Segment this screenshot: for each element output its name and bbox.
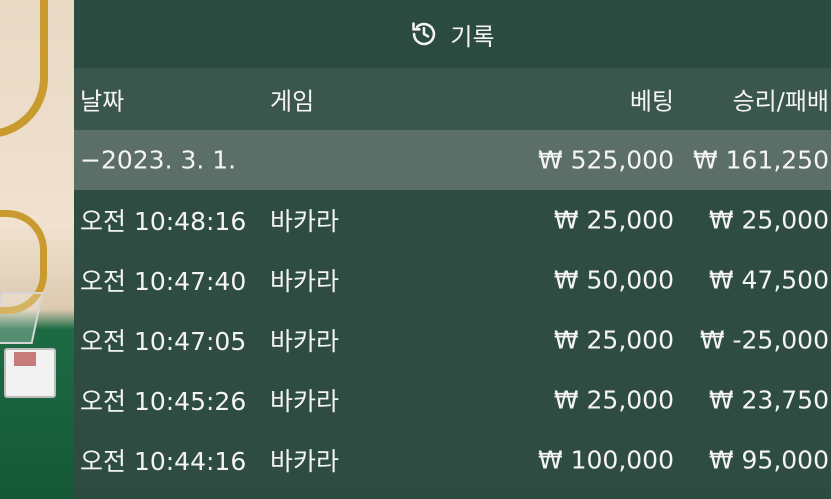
row-result: ₩ 25,000 (708, 205, 829, 235)
history-panel: 기록 날짜 게임 베팅 승리/패배 −2023. 3. 1. ₩ 525,000… (74, 0, 831, 499)
history-row[interactable]: 오전 10:45:26 바카라 ₩ 25,000 ₩ 23,750 (74, 370, 831, 430)
column-date: 날짜 (80, 87, 125, 116)
playing-card (14, 352, 36, 366)
page-title: 기록 (450, 22, 495, 51)
history-header: 기록 (74, 0, 831, 68)
row-time: 오전 10:48:16 (80, 207, 247, 236)
row-game: 바카라 (270, 267, 340, 296)
row-bet: ₩ 100,000 (537, 445, 674, 475)
row-time: 오전 10:44:16 (80, 447, 247, 476)
row-game: 바카라 (270, 387, 340, 416)
row-game: 바카라 (270, 447, 340, 476)
row-result: ₩ 95,000 (708, 445, 829, 475)
column-headers: 날짜 게임 베팅 승리/패배 (74, 68, 831, 130)
row-result: ₩ 23,750 (708, 385, 829, 415)
row-result: ₩ 47,500 (708, 265, 829, 295)
row-time: 오전 10:45:26 (80, 387, 247, 416)
row-game: 바카라 (270, 207, 340, 236)
game-background (0, 0, 74, 499)
row-bet: ₩ 25,000 (553, 385, 674, 415)
row-game: 바카라 (270, 327, 340, 356)
card-shoe (0, 292, 44, 344)
history-row[interactable]: 오전 10:48:16 바카라 ₩ 25,000 ₩ 25,000 (74, 190, 831, 250)
history-row[interactable]: 오전 10:47:05 바카라 ₩ 25,000 ₩ -25,000 (74, 310, 831, 370)
row-bet: ₩ 50,000 (553, 265, 674, 295)
history-row[interactable]: 오전 10:44:16 바카라 ₩ 100,000 ₩ 95,000 (74, 430, 831, 490)
date-group-row[interactable]: −2023. 3. 1. ₩ 525,000 ₩ 161,250 (74, 130, 831, 190)
group-date: −2023. 3. 1. (80, 145, 237, 175)
row-result: ₩ -25,000 (699, 325, 829, 355)
group-result-total: ₩ 161,250 (692, 145, 829, 175)
row-bet: ₩ 25,000 (553, 325, 674, 355)
history-list: 오전 10:48:16 바카라 ₩ 25,000 ₩ 25,000 오전 10:… (74, 190, 831, 490)
history-row[interactable]: 오전 10:47:40 바카라 ₩ 50,000 ₩ 47,500 (74, 250, 831, 310)
column-result: 승리/패배 (732, 87, 829, 116)
row-time: 오전 10:47:40 (80, 267, 247, 296)
column-game: 게임 (270, 87, 315, 116)
row-bet: ₩ 25,000 (553, 205, 674, 235)
row-time: 오전 10:47:05 (80, 327, 247, 356)
group-bet-total: ₩ 525,000 (537, 145, 674, 175)
column-bet: 베팅 (629, 87, 674, 116)
history-icon (412, 22, 436, 46)
gold-ornament (0, 0, 48, 138)
